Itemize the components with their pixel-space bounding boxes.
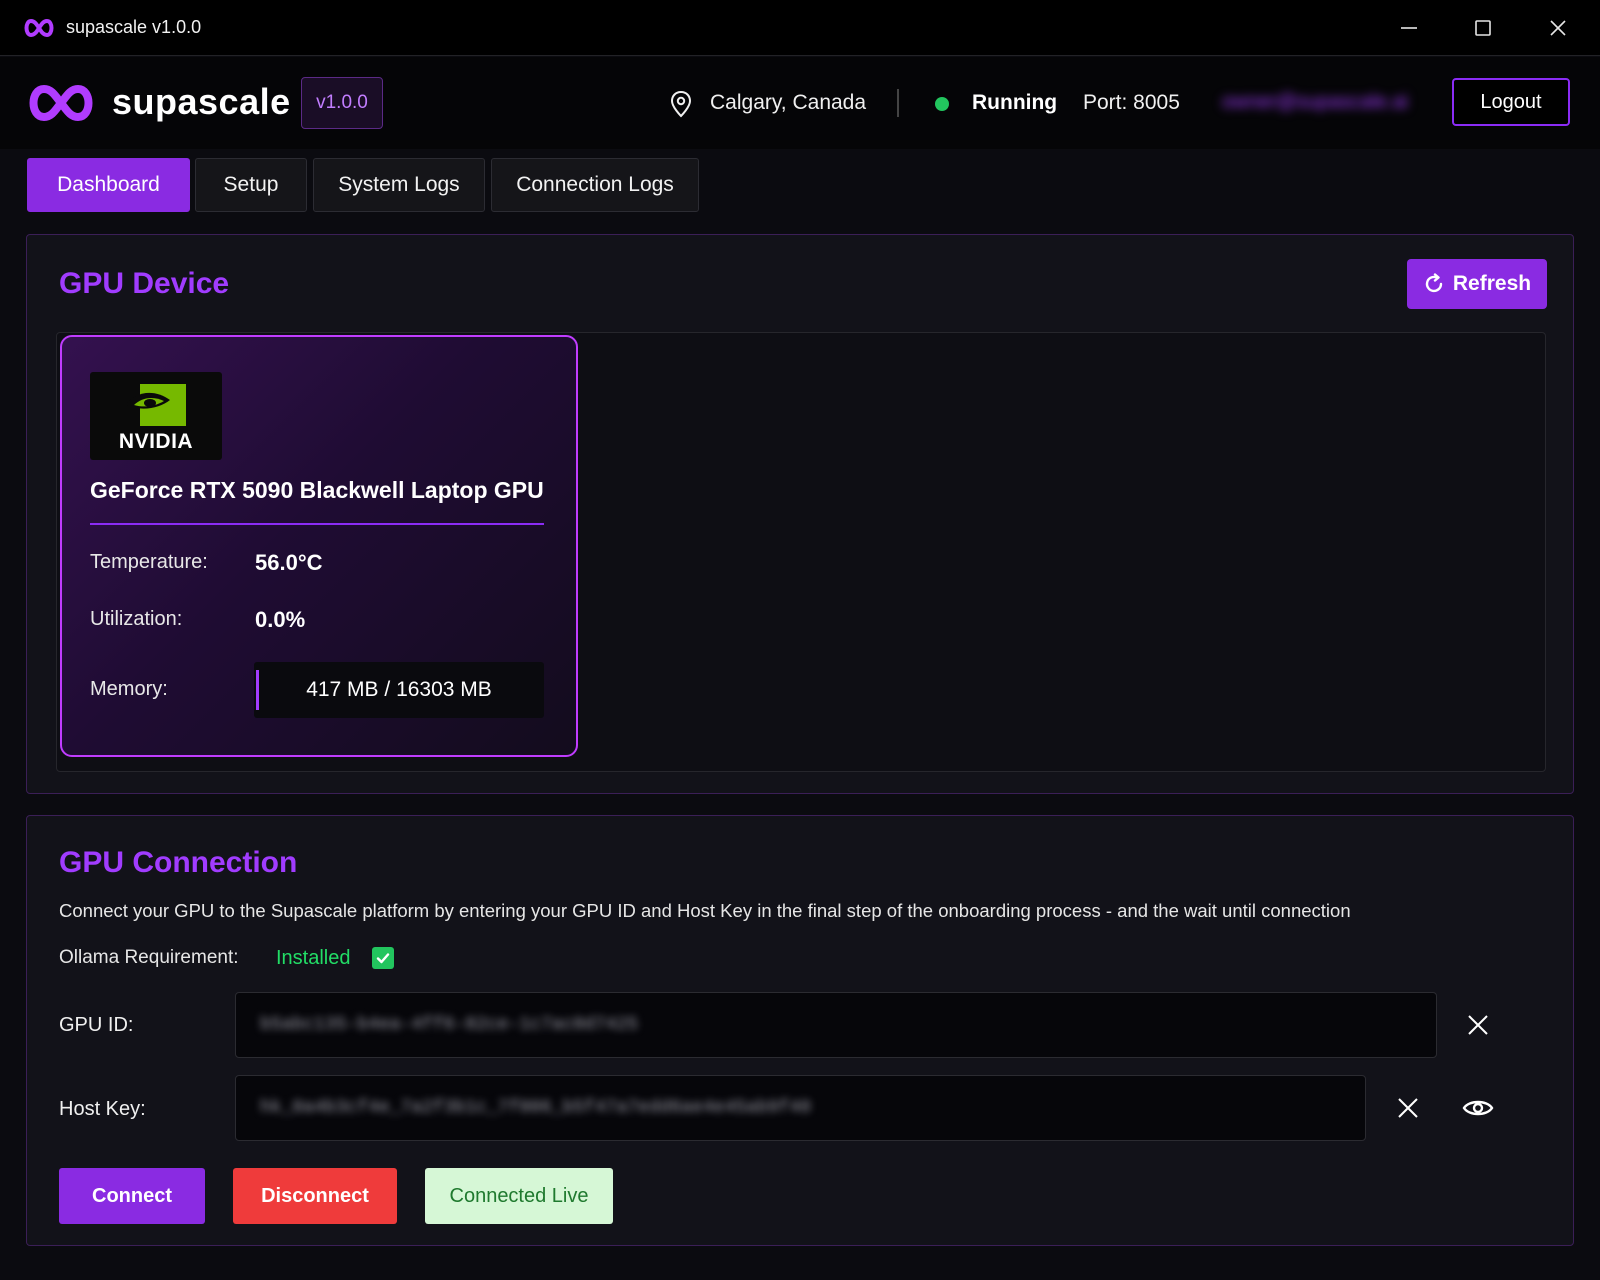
gpu-id-input[interactable]: b5abc135-b4ea-4ff6-82ce-1c7ac0d7425	[235, 992, 1437, 1058]
close-window-button[interactable]	[1542, 12, 1574, 44]
brand-name: supascale	[112, 81, 291, 122]
refresh-icon	[1425, 273, 1443, 293]
gpu-id-label: GPU ID:	[59, 1014, 134, 1036]
device-list-area: NVIDIA GeForce RTX 5090 Blackwell Laptop…	[56, 332, 1546, 772]
nvidia-logo: NVIDIA	[90, 372, 222, 460]
gpu-card-divider	[90, 523, 544, 525]
gpu-name: GeForce RTX 5090 Blackwell Laptop GPU	[90, 477, 544, 503]
maximize-button[interactable]	[1467, 12, 1499, 44]
eye-icon	[1462, 1100, 1494, 1116]
connect-button[interactable]: Connect	[59, 1168, 205, 1224]
header-divider	[897, 89, 899, 117]
utilization-value: 0.0%	[255, 607, 306, 632]
tab-dashboard[interactable]: Dashboard	[27, 158, 190, 212]
close-icon	[1398, 1098, 1418, 1118]
version-badge: v1.0.0	[301, 77, 383, 129]
tab-system-logs[interactable]: System Logs	[313, 158, 485, 212]
connection-status-badge: Connected Live	[425, 1168, 613, 1224]
disconnect-button[interactable]: Disconnect	[233, 1168, 397, 1224]
gpu-id-value: b5abc135-b4ea-4ff6-82ce-1c7ac0d7425	[260, 1015, 639, 1035]
memory-value: 417 MB / 16303 MB	[306, 678, 492, 701]
status-text: Running	[972, 91, 1058, 114]
ollama-status: Installed	[276, 947, 351, 969]
close-icon	[1468, 1015, 1488, 1035]
toggle-host-key-visibility-button[interactable]	[1460, 1090, 1496, 1126]
maximize-icon	[1475, 20, 1491, 36]
temperature-label: Temperature:	[90, 551, 208, 573]
memory-bar: 417 MB / 16303 MB	[254, 662, 544, 718]
brand-logo-icon	[29, 84, 93, 122]
minimize-button[interactable]	[1393, 12, 1425, 44]
memory-label: Memory:	[90, 678, 168, 700]
port-text: Port: 8005	[1083, 91, 1180, 114]
location-pin-icon	[670, 90, 692, 118]
tab-connection-logs[interactable]: Connection Logs	[491, 158, 699, 212]
ollama-requirement-label: Ollama Requirement:	[59, 947, 239, 968]
logout-button[interactable]: Logout	[1452, 78, 1570, 126]
location-text: Calgary, Canada	[710, 91, 867, 114]
refresh-button[interactable]: Refresh	[1407, 259, 1547, 309]
clear-host-key-button[interactable]	[1390, 1090, 1426, 1126]
host-key-label: Host Key:	[59, 1098, 146, 1120]
gpu-card[interactable]: NVIDIA GeForce RTX 5090 Blackwell Laptop…	[60, 335, 578, 757]
clear-gpu-id-button[interactable]	[1460, 1007, 1496, 1043]
status-indicator-dot	[935, 97, 949, 111]
gpu-connection-title: GPU Connection	[59, 846, 298, 879]
connection-description: Connect your GPU to the Supascale platfo…	[59, 900, 1351, 921]
gpu-connection-panel: GPU Connection Connect your GPU to the S…	[26, 815, 1574, 1246]
title-bar: supascale v1.0.0	[0, 0, 1600, 56]
tab-setup[interactable]: Setup	[195, 158, 307, 212]
gpu-device-panel: GPU Device Refresh NVIDIA GeForce RTX 50…	[26, 234, 1574, 794]
app-logo-icon	[24, 18, 54, 38]
nvidia-wordmark: NVIDIA	[118, 430, 194, 453]
utilization-label: Utilization:	[90, 608, 183, 630]
minimize-icon	[1401, 27, 1417, 29]
temperature-value: 56.0°C	[255, 550, 323, 575]
refresh-label: Refresh	[1452, 272, 1532, 295]
check-icon	[372, 947, 394, 969]
app-header: supascale v1.0.0 Calgary, Canada Running…	[0, 57, 1600, 149]
close-icon	[1550, 20, 1566, 36]
host-key-input[interactable]: hk_0a4b3cf4e_7a2f3b1c_7f006_b5f47a7edd6a…	[235, 1075, 1366, 1141]
user-email: owner@supascale.ai	[1222, 91, 1408, 113]
window-title: supascale v1.0.0	[66, 17, 202, 37]
gpu-device-title: GPU Device	[59, 267, 230, 300]
nvidia-eye-icon	[126, 384, 186, 426]
host-key-value: hk_0a4b3cf4e_7a2f3b1c_7f006_b5f47a7edd6a…	[260, 1098, 811, 1118]
